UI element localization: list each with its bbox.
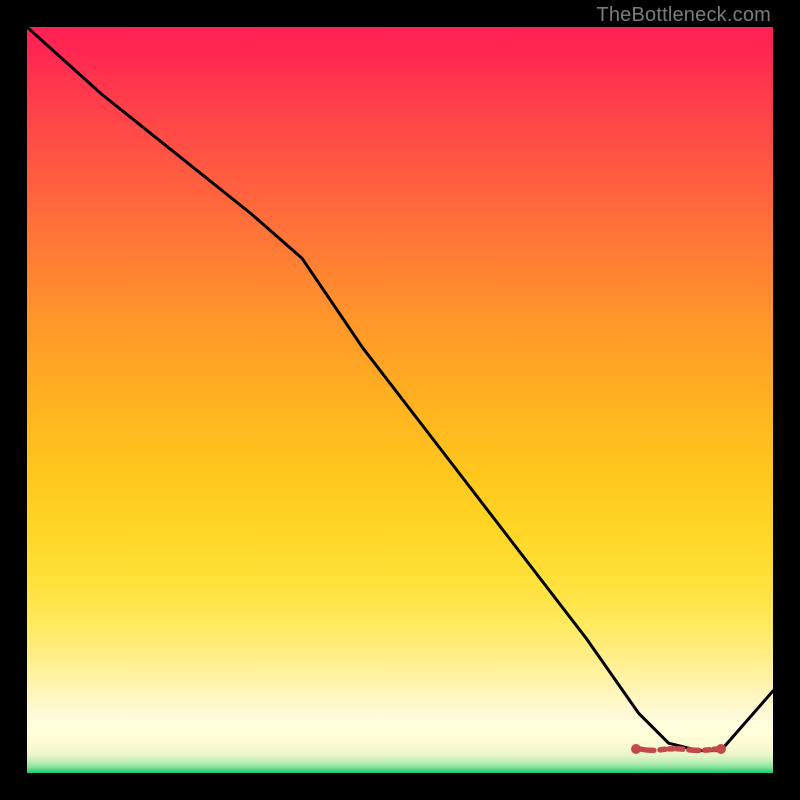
watermark-text: TheBottleneck.com <box>596 4 771 27</box>
chart-overlay <box>27 27 773 773</box>
bottleneck-curve <box>27 27 773 751</box>
chart-frame: TheBottleneck.com <box>0 0 800 800</box>
